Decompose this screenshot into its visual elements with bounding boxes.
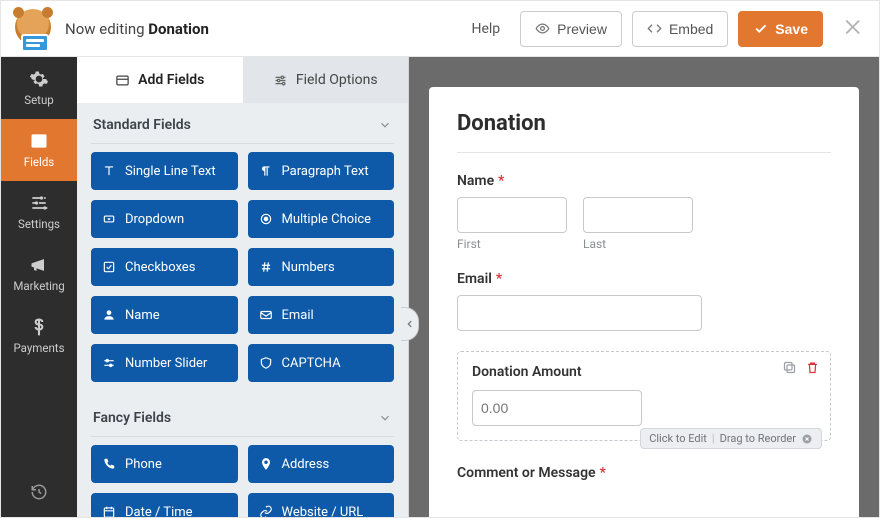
input-first-name[interactable] [457,197,567,233]
form-field-email[interactable]: Email* [457,271,831,331]
form-canvas-wrap: Donation Name* First Last [409,57,879,517]
pin-icon [259,457,273,471]
bullhorn-icon [29,255,49,275]
rail-history[interactable] [1,467,77,517]
field-email[interactable]: Email [248,296,395,334]
rail-setup[interactable]: Setup [1,57,77,119]
radio-icon [259,212,273,226]
field-website[interactable]: Website / URL [248,493,395,517]
dollar-icon [29,317,49,337]
code-icon [647,21,662,36]
section-standard-fields[interactable]: Standard Fields [89,103,396,143]
link-icon [259,505,273,517]
hash-icon [259,260,273,274]
form-field-name[interactable]: Name* First Last [457,173,831,251]
sublabel-last: Last [583,237,693,251]
rail-marketing[interactable]: Marketing [1,243,77,305]
field-paragraph-text[interactable]: Paragraph Text [248,152,395,190]
rail-fields[interactable]: Fields [1,119,77,181]
trash-icon[interactable] [805,360,820,375]
field-multiple-choice[interactable]: Multiple Choice [248,200,395,238]
phone-icon [102,457,116,471]
input-last-name[interactable] [583,197,693,233]
gear-icon [29,69,49,89]
field-dropdown[interactable]: Dropdown [91,200,238,238]
options-icon [273,73,288,88]
field-hint-pill: Click to Edit|Drag to Reorder [640,428,822,449]
duplicate-icon[interactable] [782,360,797,375]
envelope-icon [259,308,273,322]
sliders-icon [29,193,49,213]
chevron-left-icon [405,319,415,329]
section-fancy-fields[interactable]: Fancy Fields [89,396,396,436]
form-title[interactable]: Donation [457,111,831,136]
rail-payments[interactable]: Payments [1,305,77,367]
dropdown-icon [102,212,116,226]
user-icon [102,308,116,322]
close-icon [843,16,865,38]
editing-title: Now editing Donation [65,20,209,38]
preview-button[interactable]: Preview [520,11,622,47]
field-numbers[interactable]: Numbers [248,248,395,286]
input-email[interactable] [457,295,702,331]
field-checkboxes[interactable]: Checkboxes [91,248,238,286]
eye-icon [535,21,550,36]
sublabel-first: First [457,237,567,251]
chevron-down-icon [378,118,392,132]
input-donation-amount[interactable] [472,390,642,426]
save-button[interactable]: Save [738,11,823,47]
embed-button[interactable]: Embed [632,11,728,47]
tab-field-options[interactable]: Field Options [243,57,409,103]
field-captcha[interactable]: CAPTCHA [248,344,395,382]
form-field-comment[interactable]: Comment or Message* [457,465,831,481]
chevron-down-icon [378,411,392,425]
field-address[interactable]: Address [248,445,395,483]
field-single-line-text[interactable]: Single Line Text [91,152,238,190]
field-phone[interactable]: Phone [91,445,238,483]
field-name[interactable]: Name [91,296,238,334]
text-icon [102,164,116,178]
check-icon [753,21,768,36]
fields-panel: Add Fields Field Options Standard Fields… [77,57,409,517]
checkbox-icon [102,260,116,274]
add-fields-icon [115,73,130,88]
app-logo [15,9,55,49]
calendar-icon [102,505,116,517]
rail-settings[interactable]: Settings [1,181,77,243]
history-icon [30,483,48,501]
shield-icon [259,356,273,370]
form-canvas: Donation Name* First Last [429,87,859,517]
field-number-slider[interactable]: Number Slider [91,344,238,382]
form-icon [29,131,49,151]
slider-icon [102,356,116,370]
tab-add-fields[interactable]: Add Fields [77,57,243,103]
field-datetime[interactable]: Date / Time [91,493,238,517]
close-button[interactable] [843,16,865,42]
left-rail: Setup Fields Settings Marketing Payments [1,57,77,517]
dismiss-icon[interactable] [801,433,813,445]
paragraph-icon [259,164,273,178]
help-link[interactable]: Help [465,21,500,37]
form-field-donation-amount[interactable]: Donation Amount Click to Edit|Drag to Re… [457,351,831,441]
